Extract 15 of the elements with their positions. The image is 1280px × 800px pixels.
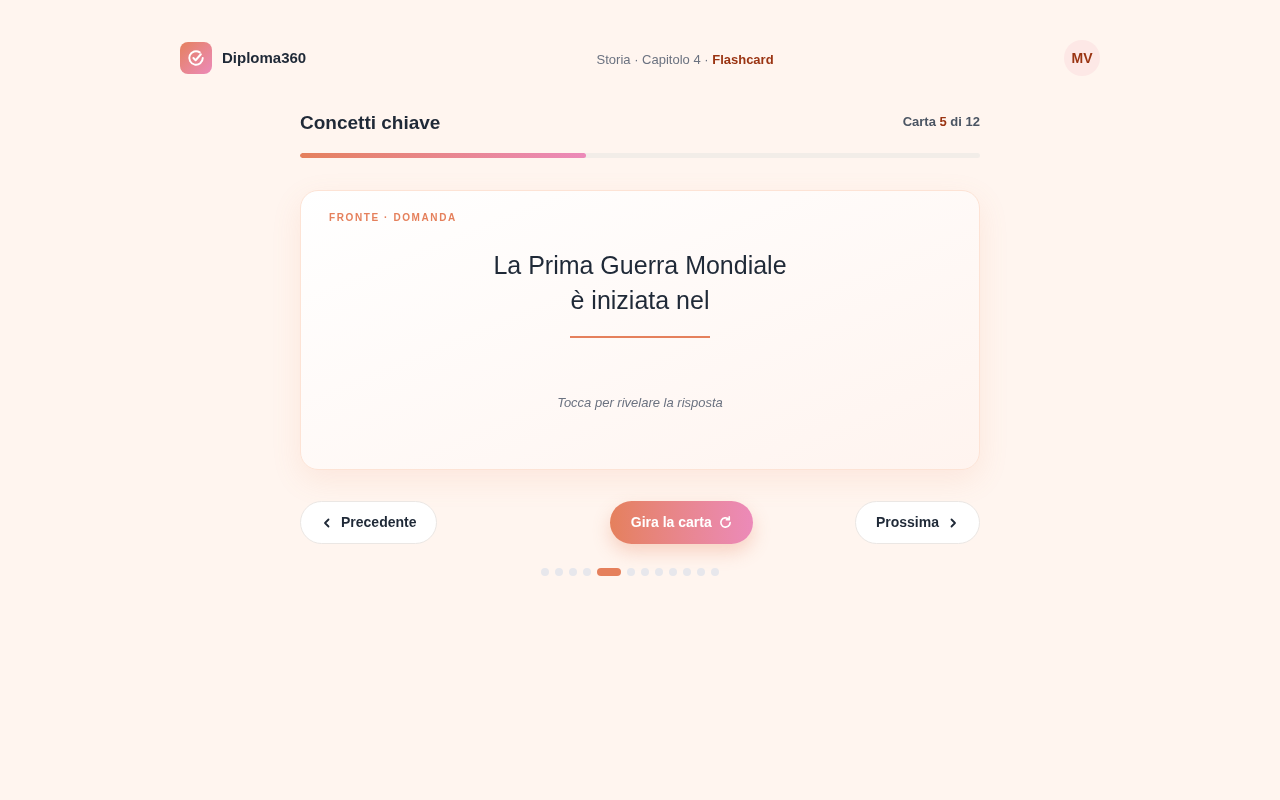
breadcrumb: Storia · Capitolo 4 · Flashcard xyxy=(596,51,774,69)
chevron-right-icon xyxy=(949,517,957,528)
avatar[interactable]: MV xyxy=(1064,40,1100,76)
previous-button[interactable]: Precedente xyxy=(300,501,438,544)
chevron-left-icon xyxy=(323,517,331,528)
card-side-label: FRONTE · DOMANDA xyxy=(329,211,457,225)
next-button[interactable]: Prossima xyxy=(854,501,980,544)
logo-icon xyxy=(180,42,212,74)
deck-title: Concetti chiave xyxy=(300,112,441,132)
question-text: La Prima Guerra Mondiale è iniziata nel xyxy=(493,250,787,316)
refresh-icon xyxy=(718,516,732,529)
reveal-hint: Tocca per rivelare la risposta xyxy=(557,394,723,412)
flashcard[interactable]: FRONTE · DOMANDA La Prima Guerra Mondiale è iniziata nel Tocca per rivelare la risposta xyxy=(300,190,980,470)
brand-name: Diploma360 xyxy=(222,47,307,68)
card-counter: Carta 5 di 12 xyxy=(902,113,980,132)
